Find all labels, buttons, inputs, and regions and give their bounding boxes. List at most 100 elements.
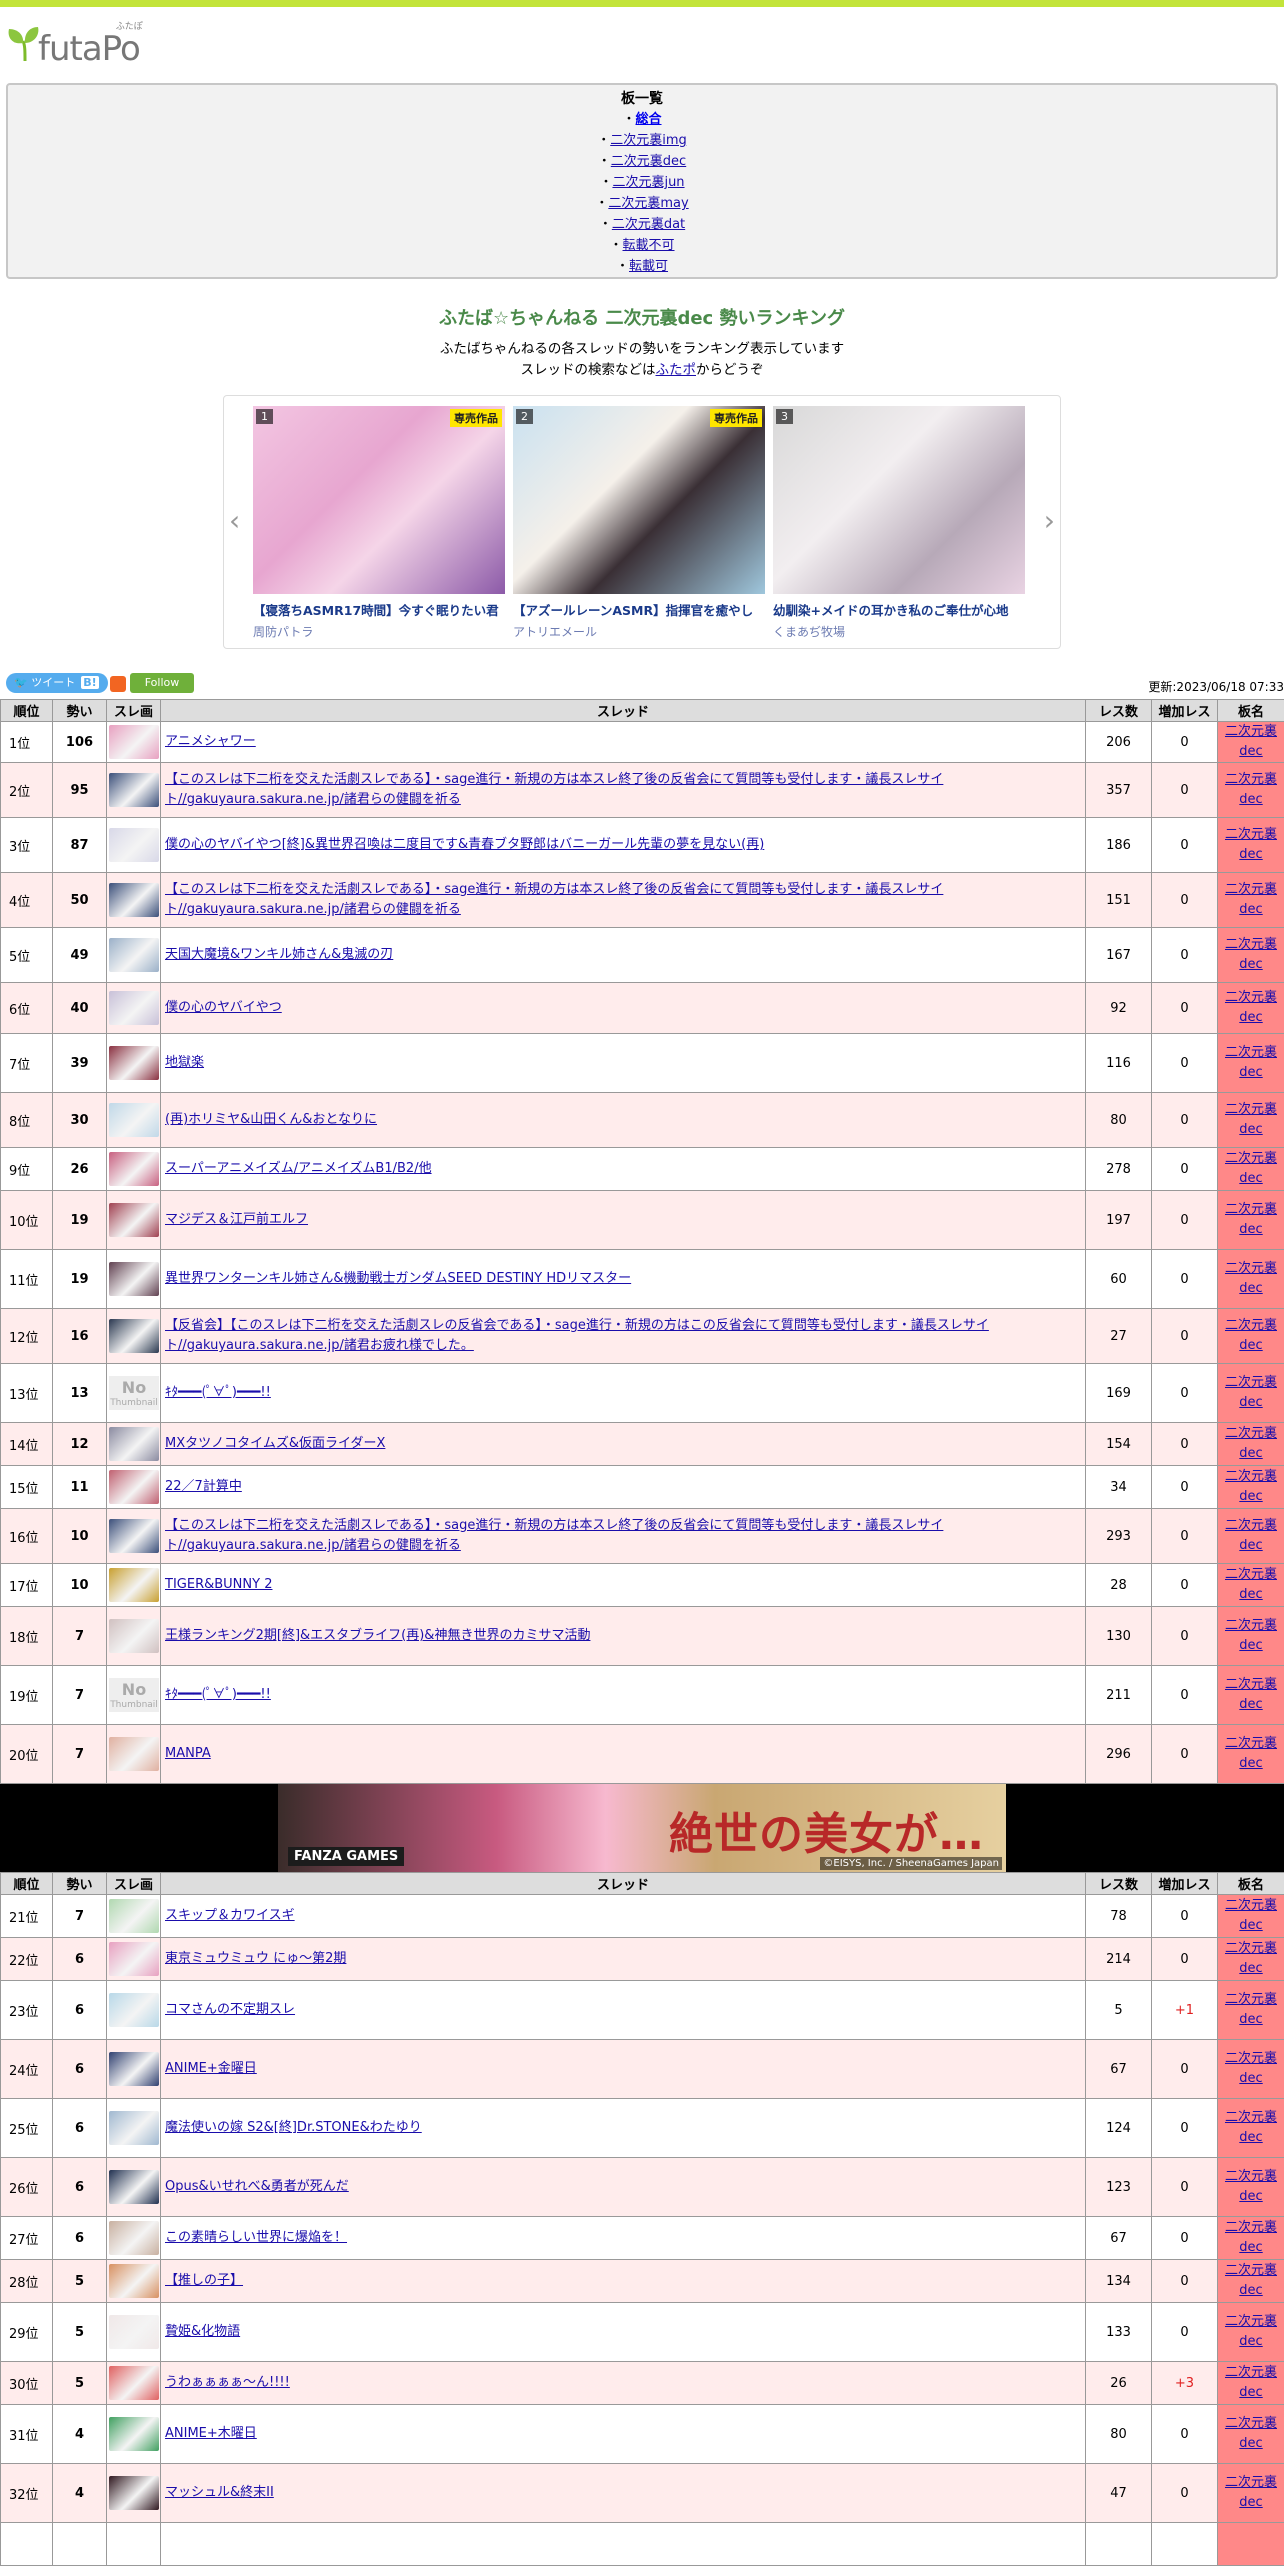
carousel-next-arrow-icon[interactable]: › (1044, 506, 1055, 536)
carousel-card[interactable]: 3 幼馴染+メイドの耳かき私のご奉仕が心地 くまあぢ牧場 (773, 406, 1025, 640)
thumb-cell[interactable] (106, 927, 161, 983)
tweet-button[interactable]: 🐦 ツイート B! (6, 673, 108, 693)
thread-thumbnail[interactable] (109, 2476, 159, 2510)
thread-thumbnail[interactable] (109, 1993, 159, 2027)
thumb-cell[interactable] (106, 872, 161, 928)
thread-link[interactable]: 22／7計算中 (165, 1479, 242, 1494)
site-logo[interactable]: futaPo ふたぽ (0, 7, 1284, 73)
rss-icon[interactable] (110, 676, 126, 692)
board-name-link[interactable]: 二次元裏dec (1225, 2314, 1277, 2349)
thread-link[interactable]: 僕の心のヤバイやつ[終]&異世界召喚は二度目です&青春ブタ野郎はバニーガール先輩… (165, 837, 764, 852)
board-name-link[interactable]: 二次元裏dec (1225, 2365, 1277, 2400)
thread-link[interactable]: 王様ランキング2期[終]&エスタブライフ(再)&神無き世界のカミサマ活動 (165, 1628, 590, 1643)
board-name-link[interactable]: 二次元裏dec (1225, 882, 1277, 917)
thread-link[interactable]: 【このスレは下二桁を交えた活劇スレである】・sage進行・新規の方は本スレ終了後… (165, 772, 943, 807)
thumb-cell[interactable] (106, 982, 161, 1034)
thumb-cell[interactable] (106, 2361, 161, 2405)
thread-thumbnail[interactable] (109, 1737, 159, 1771)
board-name-link[interactable]: 二次元裏dec (1225, 827, 1277, 862)
thread-link[interactable]: 東京ミュウミュウ にゅ～第2期 (165, 1951, 346, 1966)
thread-link[interactable]: コマさんの不定期スレ (165, 2002, 295, 2017)
thread-thumbnail[interactable] (109, 2170, 159, 2204)
board-name-link[interactable]: 二次元裏dec (1225, 1426, 1277, 1461)
thread-link[interactable]: MXタツノコタイムズ&仮面ライダーX (165, 1436, 385, 1451)
thumb-cell[interactable] (106, 1092, 161, 1148)
board-name-link[interactable]: 二次元裏dec (1225, 1992, 1277, 2027)
thread-thumbnail[interactable] (109, 2111, 159, 2145)
thread-thumbnail[interactable] (109, 1519, 159, 1553)
thread-link[interactable]: MANPA (165, 1746, 211, 1761)
ad-banner[interactable]: FANZA GAMES 絶世の美女が… ©EISYS, Inc. / Sheen… (278, 1784, 1006, 1872)
thumb-cell[interactable] (106, 1980, 161, 2040)
thread-link[interactable]: この素晴らしい世界に爆焔を！ (165, 2230, 347, 2245)
thread-link[interactable]: 【反省会】【このスレは下二桁を交えた活劇スレの反省会である】・sage進行・新規… (165, 1318, 989, 1353)
board-name-link[interactable]: 二次元裏dec (1225, 2475, 1277, 2510)
thumb-cell[interactable]: No Thumbnail (106, 1363, 161, 1423)
no-thumbnail-icon[interactable]: No Thumbnail (109, 1376, 159, 1410)
thread-link[interactable]: 魔法使いの嫁 S2&[終]Dr.STONE&わたゆり (165, 2120, 422, 2135)
thumb-cell[interactable] (106, 1422, 161, 1466)
follow-button[interactable]: Follow (130, 673, 194, 693)
thumb-cell[interactable] (106, 1249, 161, 1309)
thread-thumbnail[interactable] (109, 1427, 159, 1461)
thumb-cell[interactable] (106, 1894, 161, 1938)
thumb-cell[interactable] (106, 2463, 161, 2523)
thread-thumbnail[interactable] (109, 2264, 159, 2298)
board-name-link[interactable]: 二次元裏dec (1225, 1102, 1277, 1137)
thread-thumbnail[interactable] (109, 1942, 159, 1976)
thumb-cell[interactable] (106, 2259, 161, 2303)
thumb-cell[interactable] (106, 817, 161, 873)
thread-link[interactable]: マジデス＆江戸前エルフ (165, 1212, 308, 1227)
product-image[interactable]: 2 専売作品 (513, 406, 765, 594)
board-name-link[interactable]: 二次元裏dec (1225, 1261, 1277, 1296)
board-link[interactable]: 二次元裏img (610, 133, 687, 148)
thread-thumbnail[interactable] (109, 2052, 159, 2086)
carousel-prev-arrow-icon[interactable]: ‹ (229, 506, 240, 536)
thumb-cell[interactable] (106, 2522, 161, 2566)
thread-thumbnail[interactable] (109, 2366, 159, 2400)
thumb-cell[interactable] (106, 2404, 161, 2464)
thread-link[interactable]: 地獄楽 (165, 1055, 204, 1070)
board-link[interactable]: 二次元裏may (608, 196, 688, 211)
thumb-cell[interactable] (106, 1465, 161, 1509)
board-name-link[interactable]: 二次元裏dec (1225, 2110, 1277, 2145)
thread-link[interactable]: 【このスレは下二桁を交えた活劇スレである】・sage進行・新規の方は本スレ終了後… (165, 882, 943, 917)
thread-link[interactable]: 僕の心のヤバイやつ (165, 1000, 282, 1015)
board-link[interactable]: 二次元裏jun (612, 175, 684, 190)
thumb-cell[interactable] (106, 1033, 161, 1093)
board-name-link[interactable]: 二次元裏dec (1225, 1567, 1277, 1602)
product-image[interactable]: 3 (773, 406, 1025, 594)
thread-link[interactable]: アニメシャワー (165, 734, 256, 749)
board-name-link[interactable]: 二次元裏dec (1225, 1202, 1277, 1237)
product-circle[interactable]: 周防パトラ (253, 623, 505, 640)
product-title[interactable]: 幼馴染+メイドの耳かき私のご奉仕が心地 (773, 600, 1025, 619)
thumb-cell[interactable] (106, 1147, 161, 1191)
board-name-link[interactable]: 二次元裏dec (1225, 1941, 1277, 1976)
board-name-link[interactable]: 二次元裏dec (1225, 2263, 1277, 2298)
thread-thumbnail[interactable] (109, 2315, 159, 2349)
thread-thumbnail[interactable] (109, 828, 159, 862)
board-link[interactable]: 二次元裏dat (612, 217, 685, 232)
product-image[interactable]: 1 専売作品 (253, 406, 505, 594)
thumb-cell[interactable] (106, 721, 161, 763)
thread-link[interactable]: ANIME+木曜日 (165, 2426, 257, 2441)
thumb-cell[interactable] (106, 2157, 161, 2217)
board-name-link[interactable]: 二次元裏dec (1225, 1318, 1277, 1353)
board-link[interactable]: 総合 (636, 112, 662, 127)
thread-link[interactable]: 贄姫&化物語 (165, 2324, 240, 2339)
thumb-cell[interactable]: No Thumbnail (106, 1665, 161, 1725)
thumb-cell[interactable] (106, 1190, 161, 1250)
thread-link[interactable]: 【このスレは下二桁を交えた活劇スレである】・sage進行・新規の方は本スレ終了後… (165, 1518, 943, 1553)
thread-link[interactable]: (再)ホリミヤ&山田くん&おとなりに (165, 1112, 377, 1127)
board-name-link[interactable]: 二次元裏dec (1225, 990, 1277, 1025)
hatena-bookmark-icon[interactable]: B! (81, 676, 99, 689)
thread-thumbnail[interactable] (109, 1619, 159, 1653)
thread-thumbnail[interactable] (109, 1568, 159, 1602)
thumb-cell[interactable] (106, 2039, 161, 2099)
board-name-link[interactable]: 二次元裏dec (1225, 772, 1277, 807)
thread-thumbnail[interactable] (109, 2221, 159, 2255)
thread-link[interactable]: 異世界ワンターンキル姉さん&機動戦士ガンダムSEED DESTINY HDリマス… (165, 1271, 631, 1286)
thread-thumbnail[interactable] (109, 1103, 159, 1137)
thread-thumbnail[interactable] (109, 1319, 159, 1353)
thread-link[interactable]: スキップ＆カワイスギ (165, 1908, 295, 1923)
